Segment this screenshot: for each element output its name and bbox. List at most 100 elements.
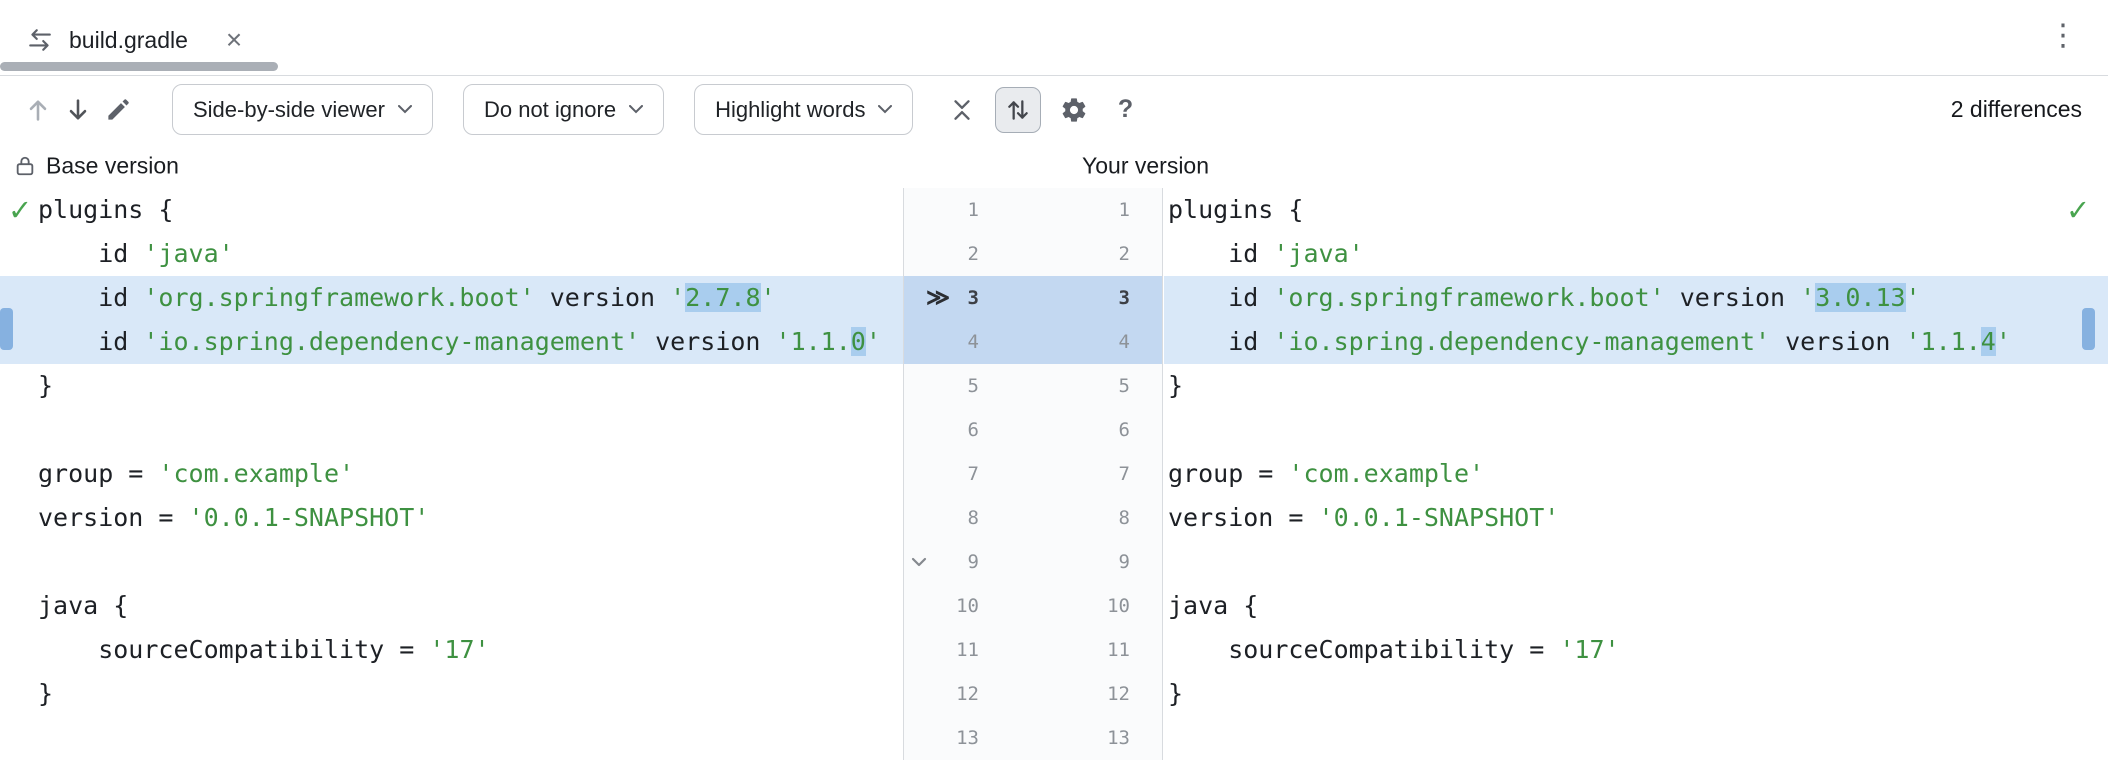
- code-segment: version: [1770, 327, 1905, 356]
- line-number-left: 3: [968, 276, 979, 320]
- gutter-row: 11: [904, 188, 1162, 232]
- settings-gear-icon[interactable]: [1051, 87, 1097, 133]
- code-line[interactable]: id 'java': [0, 232, 903, 276]
- close-icon[interactable]: ×: [226, 26, 242, 54]
- code-line[interactable]: [0, 540, 903, 584]
- synchronize-scrolling-toggle[interactable]: [995, 87, 1041, 133]
- code-line[interactable]: java {: [0, 584, 903, 628]
- code-segment: 'org.springframework.boot': [1273, 283, 1664, 312]
- code-line[interactable]: }: [1164, 364, 2108, 408]
- code-segment: '1.1.: [1906, 327, 1981, 356]
- gutter-row: 13 13: [904, 716, 1162, 760]
- change-scroll-marker-left[interactable]: [0, 308, 13, 350]
- line-number-left: 10: [956, 584, 979, 628]
- help-icon[interactable]: ?: [1107, 95, 1143, 124]
- code-line[interactable]: id 'java': [1164, 232, 2108, 276]
- line-number-left: 1: [968, 188, 979, 232]
- gutter-row: 55: [904, 364, 1162, 408]
- line-number-right: 4: [1119, 320, 1130, 364]
- code-line[interactable]: id 'io.spring.dependency-management' ver…: [0, 320, 903, 364]
- line-number-right: 5: [1119, 364, 1130, 408]
- editor-tab-bar: build.gradle × ⋮: [0, 0, 2108, 76]
- code-line[interactable]: [1164, 716, 2108, 760]
- code-segment: '17': [429, 635, 489, 664]
- code-segment: 2.7.8: [685, 283, 760, 312]
- code-line[interactable]: }: [1164, 672, 2108, 716]
- code-segment: }: [38, 371, 53, 400]
- code-segment: version: [535, 283, 670, 312]
- tab-build-gradle[interactable]: build.gradle ×: [0, 0, 242, 70]
- code-segment: }: [1168, 679, 1183, 708]
- code-line[interactable]: sourceCompatibility = '17': [1164, 628, 2108, 672]
- more-options-icon[interactable]: ⋮: [2048, 18, 2078, 53]
- whitespace-policy-dropdown[interactable]: Do not ignore: [463, 84, 664, 135]
- diff-gutter: 1122≫334455667788991010111112121313: [903, 188, 1163, 760]
- code-segment: id: [38, 239, 143, 268]
- line-number-left: 13: [956, 716, 979, 760]
- code-segment: '1.1.: [776, 327, 851, 356]
- code-segment: 'com.example': [158, 459, 354, 488]
- code-line[interactable]: id 'org.springframework.boot' version '2…: [0, 276, 903, 320]
- code-segment: version =: [1168, 503, 1319, 532]
- change-scroll-marker-right[interactable]: [2082, 308, 2095, 350]
- line-number-left: 12: [956, 672, 979, 716]
- previous-difference-button[interactable]: [18, 87, 58, 133]
- current-change-marker-icon: ≫: [926, 276, 950, 320]
- code-line[interactable]: [0, 408, 903, 452]
- code-line[interactable]: group = 'com.example': [0, 452, 903, 496]
- code-segment: '17': [1559, 635, 1619, 664]
- base-version-pane: plugins { id 'java' id 'org.springframew…: [0, 188, 903, 760]
- code-segment: java {: [38, 591, 128, 620]
- code-segment: id: [1168, 239, 1273, 268]
- highlight-mode-dropdown[interactable]: Highlight words: [694, 84, 913, 135]
- code-segment: }: [38, 679, 53, 708]
- diff-content: plugins { id 'java' id 'org.springframew…: [0, 188, 2108, 760]
- code-segment: id: [1168, 327, 1273, 356]
- code-segment: ': [1996, 327, 2011, 356]
- fold-chevron-icon[interactable]: [909, 552, 929, 572]
- code-segment: ': [1906, 283, 1921, 312]
- code-segment: group =: [1168, 459, 1288, 488]
- line-number-right: 6: [1119, 408, 1130, 452]
- code-line[interactable]: [0, 716, 903, 760]
- collapse-unchanged-button[interactable]: [939, 87, 985, 133]
- edit-icon[interactable]: [98, 87, 138, 133]
- version-header-row: Base version Your version: [0, 143, 2108, 188]
- code-segment: 'java': [143, 239, 233, 268]
- code-line[interactable]: group = 'com.example': [1164, 452, 2108, 496]
- code-segment: sourceCompatibility =: [1168, 635, 1559, 664]
- line-number-right: 2: [1119, 232, 1130, 276]
- code-line[interactable]: plugins {: [0, 188, 903, 232]
- code-segment: 'com.example': [1288, 459, 1484, 488]
- changes-applied-check-icon-right: ✓: [2066, 190, 2090, 230]
- next-difference-button[interactable]: [58, 87, 98, 133]
- code-segment: 'io.spring.dependency-management': [143, 327, 640, 356]
- code-line[interactable]: version = '0.0.1-SNAPSHOT': [1164, 496, 2108, 540]
- diff-viewer-window: build.gradle × ⋮ Side-by-side viewer: [0, 0, 2108, 760]
- code-segment: 'org.springframework.boot': [143, 283, 534, 312]
- code-segment: '0.0.1-SNAPSHOT': [1319, 503, 1560, 532]
- gutter-row: 66: [904, 408, 1162, 452]
- line-number-right: 3: [1119, 276, 1130, 320]
- code-line[interactable]: sourceCompatibility = '17': [0, 628, 903, 672]
- code-line[interactable]: [1164, 540, 2108, 584]
- line-number-left: 5: [968, 364, 979, 408]
- gutter-row: 88: [904, 496, 1162, 540]
- chevron-down-icon: [878, 105, 892, 114]
- code-line[interactable]: }: [0, 364, 903, 408]
- code-segment: plugins {: [1168, 195, 1303, 224]
- viewer-mode-dropdown[interactable]: Side-by-side viewer: [172, 84, 433, 135]
- code-segment: id: [38, 327, 143, 356]
- code-line[interactable]: id 'org.springframework.boot' version '3…: [1164, 276, 2108, 320]
- code-line[interactable]: id 'io.spring.dependency-management' ver…: [1164, 320, 2108, 364]
- code-line[interactable]: }: [0, 672, 903, 716]
- code-segment: 'io.spring.dependency-management': [1273, 327, 1770, 356]
- code-line[interactable]: [1164, 408, 2108, 452]
- line-number-right: 9: [1119, 540, 1130, 584]
- code-line[interactable]: java {: [1164, 584, 2108, 628]
- gutter-row: 1212: [904, 672, 1162, 716]
- code-line[interactable]: version = '0.0.1-SNAPSHOT': [0, 496, 903, 540]
- line-number-right: 13: [1107, 716, 1130, 760]
- code-line[interactable]: plugins {: [1164, 188, 2108, 232]
- gutter-row: 22: [904, 232, 1162, 276]
